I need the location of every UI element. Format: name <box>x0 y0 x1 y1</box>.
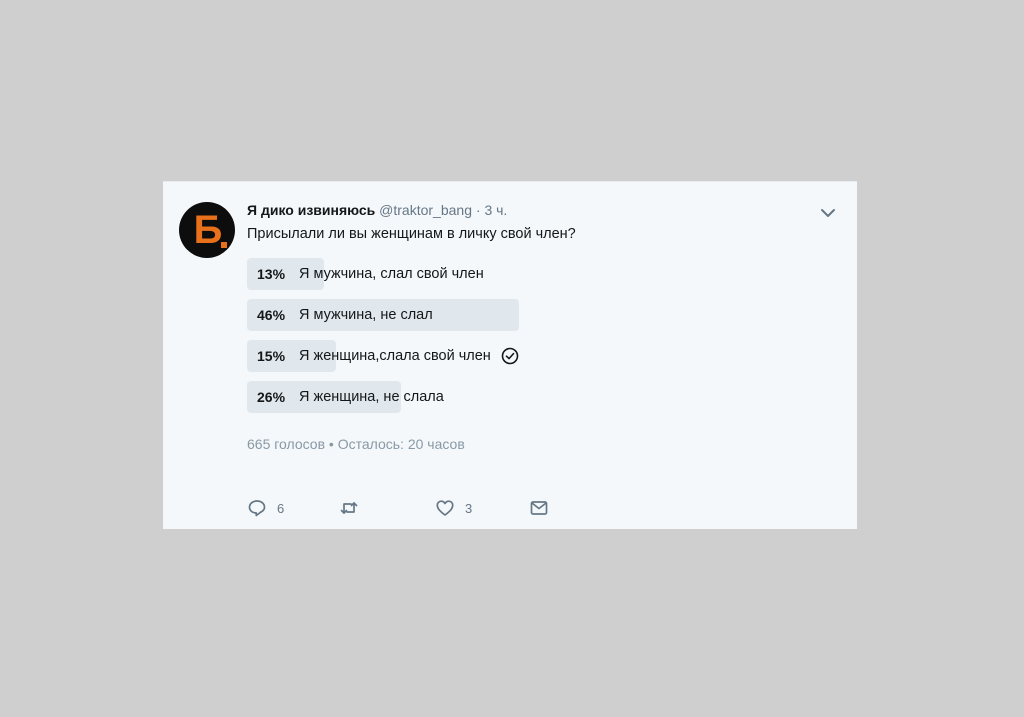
poll-votes: 665 голосов <box>247 436 326 452</box>
avatar[interactable]: Б <box>179 202 235 258</box>
tweet-time[interactable]: 3 ч. <box>484 202 507 218</box>
reply-button[interactable]: 6 <box>247 498 284 518</box>
avatar-dot <box>221 242 227 248</box>
user-handle[interactable]: @traktor_bang <box>379 202 472 218</box>
poll-option: 13% Я мужчина, слал свой член <box>247 258 647 290</box>
display-name[interactable]: Я дико извиняюсь <box>247 202 375 218</box>
poll-meta-bullet: • <box>328 436 334 452</box>
like-button[interactable]: 3 <box>435 498 472 518</box>
poll-label: Я мужчина, не слал <box>299 307 433 323</box>
poll-label: Я мужчина, слал свой член <box>299 266 484 282</box>
poll-option: 46% Я мужчина, не слал <box>247 299 647 331</box>
reply-count: 6 <box>277 500 285 516</box>
poll-percent: 15% <box>257 348 286 364</box>
tweet-header: Я дико извиняюсь @traktor_bang · 3 ч. <box>247 202 507 218</box>
poll-label: Я женщина,слала свой член <box>299 348 491 364</box>
tweet-actions: 6 3 <box>247 498 567 520</box>
poll-percent: 26% <box>257 389 286 405</box>
reply-icon <box>248 500 266 517</box>
poll-option: 26% Я женщина, не слала <box>247 381 647 413</box>
poll-percent: 13% <box>257 266 286 282</box>
tweet-text: Присылали ли вы женщинам в личку свой чл… <box>247 226 576 242</box>
like-icon <box>436 500 454 516</box>
poll-meta: 665 голосов • Осталось: 20 часов <box>247 436 465 452</box>
poll-label: Я женщина, не слала <box>299 389 444 405</box>
like-count: 3 <box>465 500 473 516</box>
message-button[interactable] <box>529 498 549 518</box>
poll-percent: 46% <box>257 307 286 323</box>
poll-remaining: Осталось: 20 часов <box>337 436 465 452</box>
poll: 13% Я мужчина, слал свой член 46% Я мужч… <box>247 258 647 422</box>
header-separator: · <box>475 202 481 218</box>
poll-option: 15% Я женщина,слала свой член <box>247 340 647 372</box>
tweet-card[interactable]: Б Я дико извиняюсь @traktor_bang · 3 ч. … <box>163 181 857 529</box>
retweet-icon <box>340 502 358 514</box>
chevron-down-icon[interactable] <box>819 204 837 222</box>
check-circle-icon <box>501 347 519 365</box>
retweet-button[interactable] <box>339 498 369 518</box>
message-icon <box>530 501 548 515</box>
avatar-letter: Б <box>193 208 223 252</box>
